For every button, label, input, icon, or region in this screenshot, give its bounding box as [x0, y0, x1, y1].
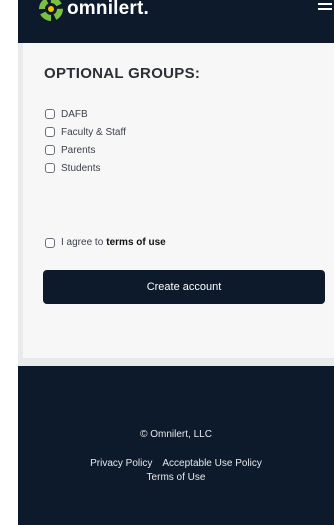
checkbox[interactable] — [45, 145, 55, 155]
privacy-policy-link[interactable]: Privacy Policy — [90, 458, 152, 469]
group-label: Faculty & Staff — [61, 126, 126, 138]
omnilert-logo-icon — [38, 0, 64, 22]
left-margin — [0, 0, 18, 525]
footer-links: Privacy Policy Acceptable Use Policy Term… — [18, 457, 334, 485]
group-item-dafb[interactable]: DAFB — [45, 105, 126, 123]
group-list: DAFB Faculty & Staff Parents Students — [45, 105, 126, 177]
top-header: omnilert. — [18, 0, 334, 43]
terms-of-use-link[interactable]: terms of use — [106, 237, 165, 248]
group-item-faculty-staff[interactable]: Faculty & Staff — [45, 123, 126, 141]
terms-prefix: I agree to — [61, 237, 104, 248]
group-item-students[interactable]: Students — [45, 159, 126, 177]
terms-checkbox[interactable] — [45, 237, 55, 248]
terms-agreement[interactable]: I agree to terms of use — [45, 237, 166, 248]
brand-logo[interactable]: omnilert. — [38, 0, 149, 22]
group-label: DAFB — [61, 108, 88, 120]
acceptable-use-policy-link[interactable]: Acceptable Use Policy — [162, 458, 262, 469]
checkbox[interactable] — [45, 127, 55, 137]
site-footer: © Omnilert, LLC Privacy Policy Acceptable… — [18, 366, 334, 525]
form-card: OPTIONAL GROUPS: DAFB Faculty & Staff Pa… — [23, 43, 334, 358]
copyright-text: © Omnilert, LLC — [140, 429, 212, 440]
hamburger-menu-icon[interactable] — [318, 3, 332, 13]
terms-of-use-footer-link[interactable]: Terms of Use — [147, 472, 206, 483]
optional-groups-title: OPTIONAL GROUPS: — [44, 65, 201, 82]
checkbox[interactable] — [45, 163, 55, 173]
group-item-parents[interactable]: Parents — [45, 141, 126, 159]
group-label: Students — [61, 162, 101, 174]
create-account-button[interactable]: Create account — [43, 270, 325, 304]
signup-panel: OPTIONAL GROUPS: DAFB Faculty & Staff Pa… — [18, 43, 334, 366]
terms-label: I agree to terms of use — [61, 237, 166, 248]
group-label: Parents — [61, 144, 96, 156]
brand-name: omnilert. — [67, 0, 150, 19]
checkbox[interactable] — [45, 109, 55, 119]
